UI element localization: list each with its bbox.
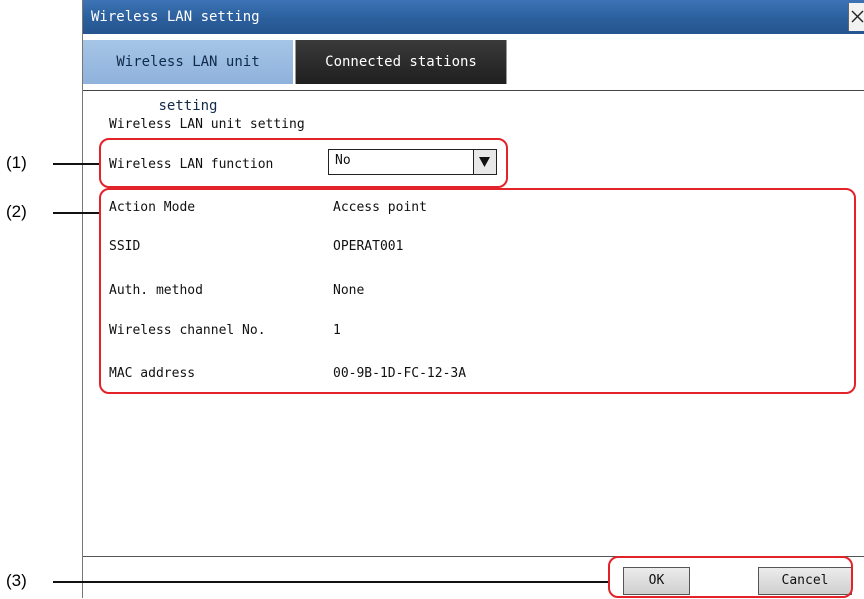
callout-leader-3 [53, 581, 608, 583]
callout-leader-1 [53, 163, 99, 165]
callout-label-1: (1) [6, 153, 27, 172]
callout-label-2: (2) [6, 202, 27, 221]
callout-label-3: (3) [6, 571, 27, 590]
callout-box-3 [608, 556, 853, 598]
window-title: Wireless LAN setting [91, 9, 260, 25]
tab-wireless-lan-unit-setting[interactable]: Wireless LAN unit setting [83, 40, 293, 114]
callout-leader-2 [53, 212, 99, 214]
title-bar: Wireless LAN setting [83, 0, 864, 34]
close-button[interactable] [848, 3, 864, 31]
tab-bar: Wireless LAN unit setting Connected stat… [83, 34, 864, 114]
callout-box-1 [99, 138, 508, 188]
section-title: Wireless LAN unit setting [109, 117, 305, 132]
close-icon [851, 10, 864, 23]
callout-box-2 [99, 188, 856, 394]
tab-connected-stations[interactable]: Connected stations [295, 40, 507, 84]
